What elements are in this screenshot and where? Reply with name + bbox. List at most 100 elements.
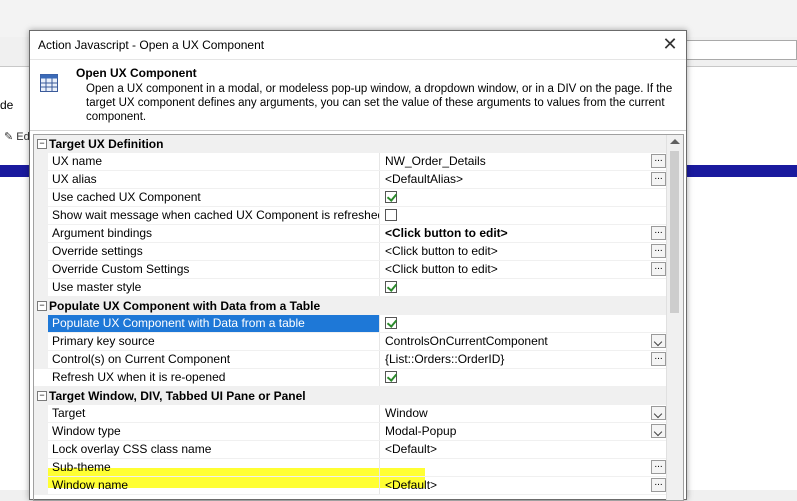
property-label: Override Custom Settings — [48, 261, 380, 278]
property-label: Sub-theme — [48, 459, 380, 476]
use-cached-checkbox[interactable] — [385, 191, 397, 203]
property-row-sub-theme[interactable]: Sub-theme ... — [34, 459, 667, 477]
chevron-down-icon[interactable] — [651, 334, 666, 348]
row-gutter — [34, 405, 48, 423]
background-edit-label: Ed — [16, 131, 30, 143]
ellipsis-button[interactable]: ... — [651, 244, 666, 258]
scrollbar-thumb[interactable] — [670, 151, 679, 313]
property-row-lock-overlay[interactable]: Lock overlay CSS class name <Default> — [34, 441, 667, 459]
collapse-icon[interactable]: − — [37, 391, 47, 401]
background-input[interactable] — [686, 40, 797, 60]
ellipsis-button[interactable]: ... — [651, 460, 666, 474]
property-label: Window type — [48, 423, 380, 440]
row-gutter — [34, 333, 48, 351]
close-icon[interactable]: ✕ — [660, 34, 680, 54]
grid-table-icon — [40, 74, 58, 92]
ellipsis-button[interactable]: ... — [651, 352, 666, 366]
property-row-use-master[interactable]: Use master style — [34, 279, 667, 297]
ellipsis-button[interactable]: ... — [651, 172, 666, 186]
background-edit-button[interactable]: ✎ Ed — [4, 130, 30, 143]
background-panel-right — [686, 66, 797, 167]
property-row-target[interactable]: Target Window — [34, 405, 667, 423]
property-value[interactable]: <Click button to edit> — [381, 243, 651, 260]
ellipsis-button[interactable]: ... — [651, 226, 666, 240]
ellipsis-button[interactable]: ... — [651, 154, 666, 168]
row-gutter — [34, 261, 48, 279]
property-row-show-wait[interactable]: Show wait message when cached UX Compone… — [34, 207, 667, 225]
row-gutter — [34, 423, 48, 441]
property-value[interactable]: <Default> — [381, 477, 651, 494]
property-value[interactable]: NW_Order_Details — [381, 153, 651, 170]
property-value[interactable]: Window — [381, 405, 651, 422]
property-value[interactable]: <Click button to edit> — [381, 261, 651, 278]
row-gutter — [34, 441, 48, 459]
property-row-ux-alias[interactable]: UX alias <DefaultAlias> ... — [34, 171, 667, 189]
property-label: Target — [48, 405, 380, 422]
property-grid: − Target UX Definition UX name NW_Order_… — [33, 134, 684, 501]
row-gutter — [34, 279, 48, 297]
chevron-down-icon[interactable] — [651, 406, 666, 420]
row-gutter — [34, 171, 48, 189]
property-value[interactable] — [381, 459, 651, 476]
refresh-ux-checkbox[interactable] — [385, 371, 397, 383]
category-label: Target UX Definition — [49, 137, 164, 151]
ellipsis-button[interactable]: ... — [651, 262, 666, 276]
property-row-window-type[interactable]: Window type Modal-Popup — [34, 423, 667, 441]
property-label: Window name — [48, 477, 380, 494]
property-row-primary-key[interactable]: Primary key source ControlsOnCurrentComp… — [34, 333, 667, 351]
background-panel-left — [0, 66, 30, 172]
chevron-down-icon[interactable] — [651, 424, 666, 438]
property-label: Argument bindings — [48, 225, 380, 242]
property-row-use-cached[interactable]: Use cached UX Component — [34, 189, 667, 207]
property-grid-rows: − Target UX Definition UX name NW_Order_… — [34, 135, 667, 495]
property-value[interactable]: <Click button to edit> — [381, 225, 651, 242]
dialog-window: Action Javascript - Open a UX Component … — [29, 30, 687, 501]
category-target-window[interactable]: − Target Window, DIV, Tabbed UI Pane or … — [34, 387, 667, 405]
category-target-ux[interactable]: − Target UX Definition — [34, 135, 667, 153]
property-row-override-custom[interactable]: Override Custom Settings <Click button t… — [34, 261, 667, 279]
category-label: Target Window, DIV, Tabbed UI Pane or Pa… — [49, 389, 306, 403]
category-populate[interactable]: − Populate UX Component with Data from a… — [34, 297, 667, 315]
property-label: Override settings — [48, 243, 380, 260]
populate-data-checkbox[interactable] — [385, 317, 397, 329]
property-label-selected: Populate UX Component with Data from a t… — [48, 315, 380, 332]
property-label: Control(s) on Current Component — [48, 351, 380, 368]
property-row-populate-data[interactable]: Populate UX Component with Data from a t… — [34, 315, 667, 333]
property-label: UX name — [48, 153, 380, 170]
category-label: Populate UX Component with Data from a T… — [49, 299, 321, 313]
property-label: Refresh UX when it is re-opened — [48, 369, 380, 386]
scroll-up-icon[interactable] — [670, 139, 680, 144]
row-gutter — [34, 351, 48, 369]
property-value[interactable]: ControlsOnCurrentComponent — [381, 333, 651, 350]
property-row-controls-current[interactable]: Control(s) on Current Component {List::O… — [34, 351, 667, 369]
property-value[interactable]: {List::Orders::OrderID} — [381, 351, 651, 368]
row-gutter — [34, 189, 48, 207]
property-label: Lock overlay CSS class name — [48, 441, 380, 458]
row-gutter — [34, 243, 48, 261]
property-value[interactable]: <DefaultAlias> — [381, 171, 651, 188]
dialog-titlebar: Action Javascript - Open a UX Component … — [30, 31, 686, 60]
row-gutter — [34, 207, 48, 225]
use-master-checkbox[interactable] — [385, 281, 397, 293]
property-value[interactable]: <Default> — [381, 441, 651, 458]
collapse-icon[interactable]: − — [37, 301, 47, 311]
property-row-window-name[interactable]: Window name <Default> ... — [34, 477, 667, 495]
property-value[interactable]: Modal-Popup — [381, 423, 651, 440]
property-row-refresh-ux[interactable]: Refresh UX when it is re-opened — [34, 369, 667, 387]
property-row-override-settings[interactable]: Override settings <Click button to edit>… — [34, 243, 667, 261]
property-label: Show wait message when cached UX Compone… — [48, 207, 380, 224]
row-gutter — [34, 459, 48, 477]
property-row-ux-name[interactable]: UX name NW_Order_Details ... — [34, 153, 667, 171]
row-gutter — [34, 225, 48, 243]
header-description: Open a UX component in a modal, or model… — [86, 83, 673, 123]
collapse-icon[interactable]: − — [37, 139, 47, 149]
row-gutter — [34, 153, 48, 171]
show-wait-checkbox[interactable] — [385, 209, 397, 221]
property-label: Use cached UX Component — [48, 189, 380, 206]
dialog-header: Open UX Component Open a UX component in… — [30, 60, 686, 131]
header-title: Open UX Component — [76, 66, 197, 80]
property-row-argument-bindings[interactable]: Argument bindings <Click button to edit>… — [34, 225, 667, 243]
vertical-scrollbar[interactable] — [666, 135, 683, 500]
property-label: UX alias — [48, 171, 380, 188]
row-gutter — [34, 315, 48, 333]
